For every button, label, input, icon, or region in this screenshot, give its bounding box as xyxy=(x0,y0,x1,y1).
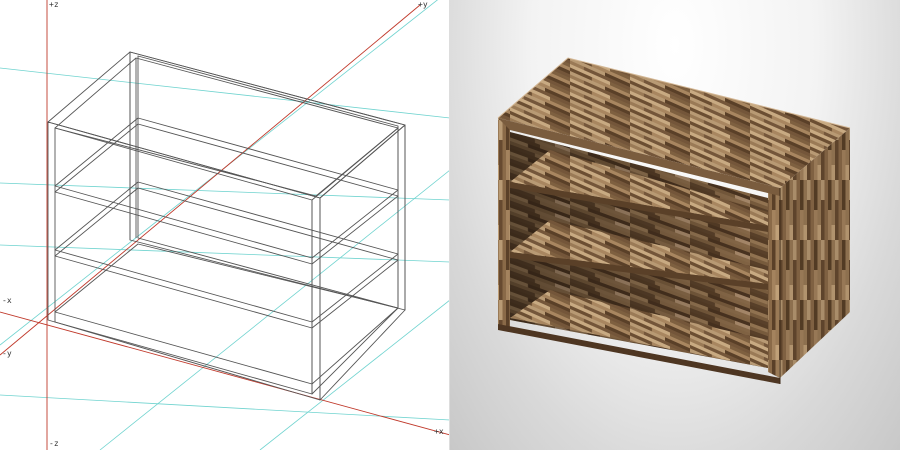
cabinet-wireframe xyxy=(47,51,406,401)
axis-label-bottom-z: -z xyxy=(49,439,59,448)
grid-line xyxy=(99,169,450,450)
x-axis xyxy=(0,311,450,436)
cabinet-render xyxy=(497,57,851,384)
render-right-upright xyxy=(768,188,780,378)
axis-label-top-y: +y xyxy=(418,0,428,9)
render-canvas xyxy=(497,57,851,384)
render-left-upright xyxy=(498,118,510,330)
wireframe-viewport[interactable]: +z +y -x -y -z +x xyxy=(0,0,450,450)
axis-label-left-y: -y xyxy=(2,349,12,358)
grid-guides xyxy=(0,0,450,450)
grid-line xyxy=(0,67,450,119)
render-viewport[interactable] xyxy=(450,0,900,450)
axis-label-left-x: -x xyxy=(2,296,12,305)
wireframe-canvas xyxy=(0,0,450,450)
side-panel xyxy=(319,124,406,401)
principal-axes xyxy=(0,0,450,450)
axis-label-top-z: +z xyxy=(49,0,59,9)
axis-label-bottom-x: +x xyxy=(434,427,444,436)
